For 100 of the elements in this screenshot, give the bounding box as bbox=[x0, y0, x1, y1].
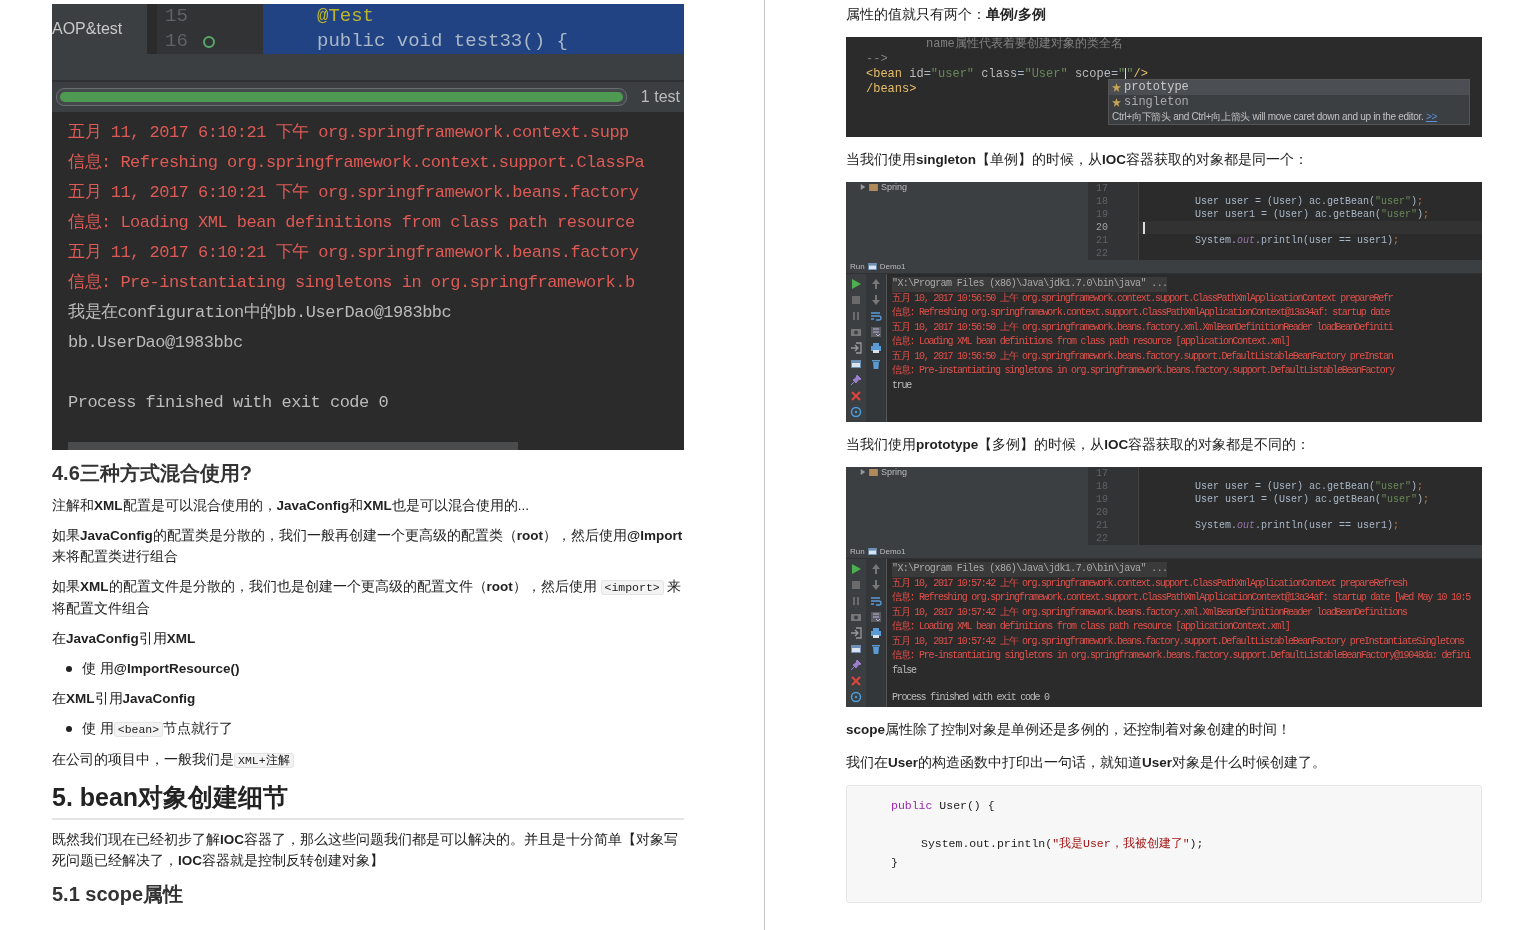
console-line: bb.UserDao@1983bbc bbox=[68, 332, 244, 354]
camera-icon[interactable] bbox=[850, 326, 862, 338]
tree-item[interactable]: Spring bbox=[881, 467, 907, 477]
paragraph: 属性的值就只有两个：单例/多例 bbox=[846, 6, 1047, 24]
scrollbar[interactable] bbox=[68, 442, 518, 450]
console-line: 五月 10, 2017 10:56:50 上午 org.springframework.beans.factory.xml.XmlBeanDefinitionReader loadBeanDefiniti bbox=[892, 320, 1395, 335]
pause-icon[interactable] bbox=[850, 595, 862, 607]
console-line: 我是在configuration中的bb.UserDao@1983bbc bbox=[68, 302, 453, 324]
line-number: 20 bbox=[1096, 221, 1109, 234]
trash-icon[interactable] bbox=[870, 358, 882, 370]
layout-icon[interactable] bbox=[850, 358, 862, 370]
code-line: User user = (User) ac.getBean("user"); bbox=[1195, 480, 1424, 493]
code-text: name属性代表着要创建对象的类全名 bbox=[926, 37, 1123, 52]
section-heading: 5.1 scope属性 bbox=[52, 882, 185, 907]
console-line: Process finished with exit code 0 bbox=[68, 392, 390, 414]
stop-icon[interactable] bbox=[850, 579, 862, 591]
paragraph: 如果XML的配置文件是分散的，我们也是创建一个更高级的配置文件（root），然后使用 <import> 来将配置文件组合 bbox=[52, 578, 683, 618]
stop-icon[interactable] bbox=[850, 294, 862, 306]
code-line: User user = (User) ac.getBean("user"); bbox=[1195, 195, 1424, 208]
run-config-tab[interactable]: Demo1 bbox=[879, 262, 906, 271]
code-text: <bean id="user" class="User" scope=" bbox=[866, 67, 1126, 81]
camera-icon[interactable] bbox=[850, 611, 862, 623]
console-line: false bbox=[892, 663, 918, 678]
window-icon bbox=[867, 263, 877, 270]
pause-icon[interactable] bbox=[850, 310, 862, 322]
console-line: 五月 10, 2017 10:57:42 上午 org.springframework.beans.factory.xml.XmlBeanDefinitionReader loadBeanDefinitions bbox=[892, 605, 1408, 620]
pin-icon[interactable] bbox=[850, 659, 862, 671]
code-text: "/> bbox=[1126, 67, 1148, 81]
pin-icon[interactable] bbox=[850, 374, 862, 386]
tree-item[interactable]: Spring bbox=[881, 182, 907, 192]
paragraph: 当我们使用prototype【多例】的时候，从IOC容器获取的对象都是不同的： bbox=[846, 436, 1312, 454]
console-line: 信息: Loading XML bean definitions from class path resource [applicationContext.xml] bbox=[892, 620, 1291, 634]
run-icon[interactable] bbox=[850, 563, 862, 575]
close-icon[interactable] bbox=[850, 675, 862, 687]
console-line: 信息: Loading XML bean definitions from class path resource bbox=[68, 212, 636, 234]
help-icon[interactable] bbox=[850, 691, 862, 703]
console-line: 五月 11, 2017 6:10:21 下午 org.springframework.beans.factory bbox=[68, 182, 640, 204]
hint-text: Ctrl+向下箭头 and Ctrl+向上箭头 will move caret down and up in the editor. bbox=[1112, 111, 1424, 122]
console-line: 五月 10, 2017 10:57:42 上午 org.springframework.context.support.ClassPathXmlApplicationContext prepareRefresh bbox=[892, 576, 1408, 591]
panel-label: Run bbox=[850, 262, 865, 271]
scroll-icon[interactable] bbox=[870, 611, 882, 623]
paragraph: 既然我们现在已经初步了解IOC容器了，那么这些问题我们都是可以解决的。并且是十分简单【对象写死问题已经解决了，IOC容器就是控制反转创建对象】 bbox=[52, 831, 679, 870]
autocomplete-item[interactable]: prototype bbox=[1109, 80, 1469, 95]
paragraph: 在XML引用JavaConfig bbox=[52, 690, 197, 708]
more-link[interactable]: >> bbox=[1425, 111, 1438, 122]
console-line: 信息: Refreshing org.springframework.context.support.ClassPa bbox=[68, 152, 646, 174]
console-line: 信息: Pre-instantiating singletons in org.springframework.b bbox=[68, 272, 636, 294]
arrow-down-icon[interactable] bbox=[870, 579, 882, 591]
code-line: System.out.println(user == user1); bbox=[1195, 519, 1400, 532]
console-line: true bbox=[892, 378, 913, 393]
printer-icon[interactable] bbox=[870, 342, 882, 354]
code-text: --> bbox=[866, 52, 888, 67]
bullet-icon bbox=[66, 665, 72, 672]
paragraph: 在JavaConfig引用XML bbox=[52, 630, 197, 648]
console-line: 五月 10, 2017 10:56:50 上午 org.springframework.beans.factory.support.DefaultListableBeanFactory preInstan bbox=[892, 349, 1394, 364]
expand-arrow-icon[interactable] bbox=[860, 184, 866, 190]
folder-icon bbox=[869, 183, 878, 191]
console-line: Process finished with exit code 0 bbox=[892, 691, 1051, 705]
console-line: 信息: Pre-instantiating singletons in org.springframework.beans.factory.support.DefaultListableBeanFactory@19048da: defini bbox=[892, 649, 1472, 663]
console-line: 五月 11, 2017 6:10:21 下午 org.springframework.beans.factory bbox=[68, 242, 640, 264]
scroll-icon[interactable] bbox=[870, 326, 882, 338]
arrow-down-icon[interactable] bbox=[870, 294, 882, 306]
code-line: @Test bbox=[317, 4, 375, 29]
console-line: 信息: Loading XML bean definitions from class path resource [applicationContext.xml] bbox=[892, 335, 1291, 349]
paragraph: 如果JavaConfig的配置类是分散的，我们一般再创建一个更高级的配置类（root），然后使用@Import来将配置类进行组合 bbox=[52, 527, 684, 566]
wrap-icon[interactable] bbox=[870, 310, 882, 322]
autocomplete-item[interactable]: singleton bbox=[1109, 95, 1469, 110]
arrow-up-icon[interactable] bbox=[870, 563, 882, 575]
wrap-icon[interactable] bbox=[870, 595, 882, 607]
console-line: 信息: Refreshing org.springframework.context.support.ClassPathXmlApplicationContext@13a34af: startup date [Wed May 10 10:5 bbox=[892, 591, 1472, 605]
code-line: System.out.println("我是User，我被创建了"); bbox=[920, 836, 1205, 852]
panel-label: Run bbox=[850, 547, 865, 556]
layout-icon[interactable] bbox=[850, 643, 862, 655]
paragraph: 当我们使用singleton【单例】的时候，从IOC容器获取的对象都是同一个： bbox=[846, 151, 1309, 169]
star-icon bbox=[1112, 83, 1121, 92]
paragraph: scope属性除了控制对象是单例还是多例的，还控制着对象创建的时间！ bbox=[846, 721, 1293, 739]
exit-icon[interactable] bbox=[850, 342, 862, 354]
section-heading: 4.6三种方式混合使用? bbox=[52, 461, 254, 486]
run-test-icon[interactable] bbox=[201, 34, 216, 49]
exit-icon[interactable] bbox=[850, 627, 862, 639]
console-line: 五月 10, 2017 10:57:42 上午 org.springframework.beans.factory.support.DefaultListableBeanFactory preInstantiateSingletons bbox=[892, 634, 1465, 649]
code-text: /beans> bbox=[866, 82, 917, 97]
expand-arrow-icon[interactable] bbox=[860, 469, 866, 475]
code-line: public void test33() { bbox=[317, 29, 569, 54]
printer-icon[interactable] bbox=[870, 627, 882, 639]
console-line: 信息: Refreshing org.springframework.context.support.ClassPathXmlApplicationContext@13a34af: startup date bbox=[892, 306, 1391, 320]
paragraph: 在公司的项目中，一般我们是 XML+注解 bbox=[52, 749, 684, 771]
arrow-up-icon[interactable] bbox=[870, 278, 882, 290]
console-line: 信息: Pre-instantiating singletons in org.springframework.beans.factory.support.DefaultListableBeanFactory bbox=[892, 364, 1396, 378]
folder-icon bbox=[869, 468, 878, 476]
help-icon[interactable] bbox=[850, 406, 862, 418]
code-line: } bbox=[891, 855, 899, 871]
trash-icon[interactable] bbox=[870, 643, 882, 655]
close-icon[interactable] bbox=[850, 390, 862, 402]
run-config-tab[interactable]: Demo1 bbox=[879, 547, 906, 556]
run-icon[interactable] bbox=[850, 278, 862, 290]
list-item: 使 用 <bean> 节点就行了 bbox=[82, 720, 234, 739]
code-line: System.out.println(user == user1); bbox=[1195, 234, 1400, 247]
text-cursor bbox=[1143, 221, 1145, 234]
list-item: 使 用@ImportResource() bbox=[82, 660, 240, 678]
